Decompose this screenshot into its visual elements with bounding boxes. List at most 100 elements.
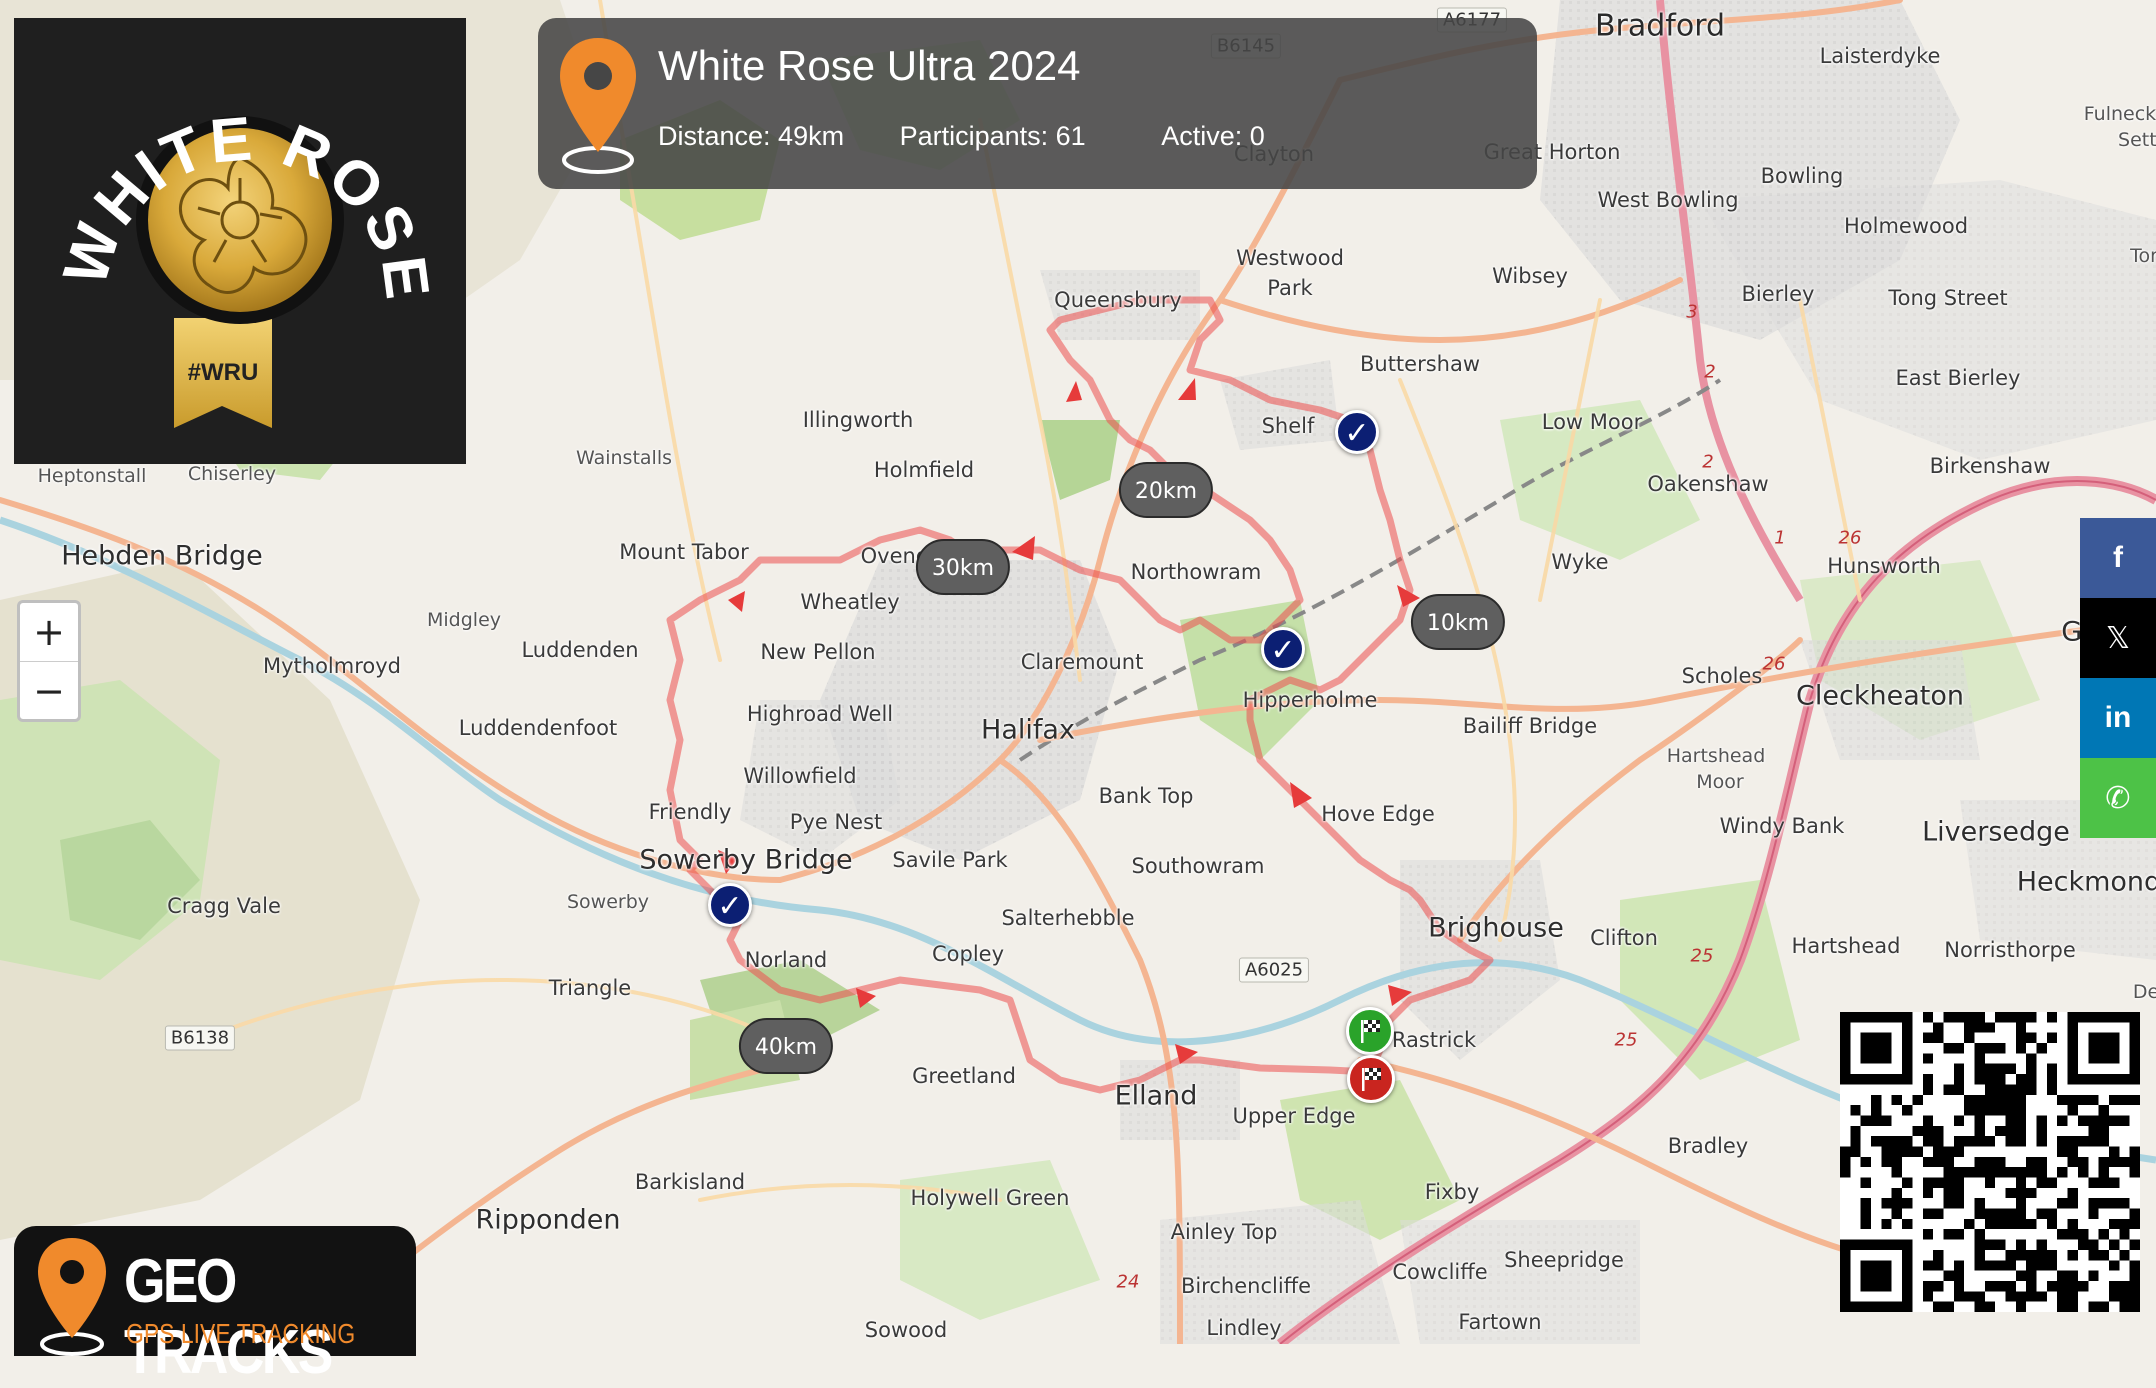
place-label: Liversedge: [1922, 816, 2070, 848]
qr-code[interactable]: [1840, 1012, 2140, 1312]
place-label: Ripponden: [475, 1204, 621, 1236]
finish-flag-icon[interactable]: [1347, 1055, 1395, 1103]
place-label: Hebden Bridge: [61, 540, 263, 572]
place-label: Illingworth: [802, 408, 914, 432]
place-label: Midgley: [426, 609, 502, 631]
active-stat: Active: 0: [1161, 121, 1265, 151]
checkpoint-marker[interactable]: ✓: [708, 883, 752, 927]
place-label: Salterhebble: [1001, 906, 1135, 930]
place-label: Holmewood: [1843, 214, 1969, 238]
place-label: Westwood: [1236, 246, 1344, 270]
place-label: Hove Edge: [1321, 802, 1435, 826]
place-label: Heptonstall: [37, 465, 147, 487]
motorway-junction-number: 3: [1686, 301, 1698, 323]
place-label: De: [2132, 981, 2156, 1003]
place-label: Barkisland: [634, 1170, 746, 1194]
place-label: Birkenshaw: [1929, 454, 2051, 478]
linkedin-icon: in: [2104, 701, 2132, 734]
place-label: Holmfield: [873, 458, 975, 482]
place-label: Heckmondw: [2016, 866, 2156, 898]
place-label: Wibsey: [1492, 264, 1568, 288]
place-label: East Bierley: [1895, 366, 2021, 390]
event-stats: Distance: 49km Participants: 61 Active: …: [658, 121, 1313, 152]
place-label: Scholes: [1681, 664, 1763, 688]
place-label: Upper Edge: [1232, 1104, 1356, 1128]
place-label: Park: [1267, 276, 1313, 300]
whatsapp-share-button[interactable]: ✆: [2080, 758, 2156, 838]
place-label: Windy Bank: [1719, 814, 1845, 838]
place-label: Greetland: [912, 1064, 1016, 1088]
place-label: Bradley: [1667, 1134, 1749, 1158]
place-label: Norristhorpe: [1944, 938, 2076, 962]
place-label: Copley: [931, 942, 1005, 966]
place-label: Halifax: [981, 714, 1075, 746]
place-label: Birchencliffe: [1180, 1274, 1312, 1298]
distance-marker-30km[interactable]: 30km: [915, 539, 1011, 595]
linkedin-share-button[interactable]: in: [2080, 678, 2156, 758]
event-logo: #WRU WHITE ROSE ULTRA: [14, 18, 466, 464]
checkpoint-marker[interactable]: ✓: [1335, 410, 1379, 454]
place-label: Bailiff Bridge: [1462, 714, 1598, 738]
place-label: Fulneck: [2083, 103, 2156, 125]
zoom-out-button[interactable]: −: [20, 662, 78, 720]
place-label: Clifton: [1590, 926, 1658, 950]
place-label: Highroad Well: [746, 702, 894, 726]
distance-marker-10km[interactable]: 10km: [1410, 594, 1506, 650]
place-label: Friendly: [648, 800, 732, 824]
place-label: Hartshead: [1666, 745, 1766, 767]
place-label: Bank Top: [1098, 784, 1194, 808]
logo-ribbon-text: #WRU: [188, 359, 259, 386]
distance-stat: Distance: 49km: [658, 121, 845, 151]
place-label: Triangle: [548, 976, 632, 1000]
place-label: Sowerby Bridge: [639, 844, 853, 876]
start-flag-icon[interactable]: [1346, 1007, 1394, 1055]
place-label: Laisterdyke: [1819, 44, 1941, 68]
place-label: Bowling: [1760, 164, 1844, 188]
place-label: Buttershaw: [1359, 352, 1481, 376]
facebook-share-button[interactable]: f: [2080, 518, 2156, 598]
place-label: Claremount: [1020, 650, 1144, 674]
place-label: Mytholmroyd: [262, 654, 402, 678]
event-info-panel: White Rose Ultra 2024 Distance: 49km Par…: [538, 18, 1537, 189]
place-label: Luddenden: [521, 638, 639, 662]
place-label: Rastrick: [1391, 1028, 1477, 1052]
place-label: Lindley: [1206, 1316, 1282, 1340]
place-label: Brighouse: [1428, 912, 1564, 944]
motorway-junction-number: 25: [1690, 945, 1714, 967]
place-label: Moor: [1696, 771, 1744, 793]
place-label: Tor: [2130, 245, 2156, 267]
distance-marker-40km[interactable]: 40km: [738, 1018, 834, 1074]
place-label: Pye Nest: [789, 810, 883, 834]
place-label: Hunsworth: [1827, 554, 1941, 578]
road-number-badge: B6138: [164, 1025, 236, 1051]
motorway-junction-number: 26: [1762, 653, 1786, 675]
place-label: Hartshead: [1791, 934, 1901, 958]
place-label: Wainstalls: [576, 447, 672, 469]
place-label: Mount Tabor: [619, 540, 749, 564]
place-label: Elland: [1114, 1080, 1198, 1112]
facebook-icon: f: [2113, 541, 2123, 574]
zoom-control: + −: [17, 600, 81, 722]
place-label: West Bowling: [1597, 188, 1739, 212]
distance-marker-20km[interactable]: 20km: [1118, 462, 1214, 518]
x-share-button[interactable]: 𝕏: [2080, 598, 2156, 678]
brand-title: GEO TRACKS: [124, 1247, 333, 1387]
place-label: Ainley Top: [1170, 1220, 1278, 1244]
motorway-junction-number: 1: [1774, 527, 1786, 549]
motorway-junction-number: 2: [1702, 451, 1714, 473]
checkpoint-marker[interactable]: ✓: [1261, 627, 1305, 671]
place-label: Settl: [2118, 129, 2156, 151]
motorway-junction-number: 2: [1704, 361, 1716, 383]
place-label: Luddendenfoot: [458, 716, 618, 740]
place-label: Low Moor: [1541, 410, 1643, 434]
place-label: Cragg Vale: [167, 894, 281, 918]
place-label: Queensbury: [1054, 288, 1182, 312]
place-label: New Pellon: [760, 640, 876, 664]
zoom-in-button[interactable]: +: [20, 603, 78, 662]
place-label: Bradford: [1594, 8, 1726, 44]
motorway-junction-number: 26: [1838, 527, 1862, 549]
place-label: Fixby: [1424, 1180, 1480, 1204]
place-label: Sowerby: [566, 891, 650, 913]
geotracks-logo[interactable]: GEO TRACKS GPS LIVE TRACKING: [14, 1226, 416, 1387]
place-label: Sheepridge: [1504, 1248, 1624, 1272]
